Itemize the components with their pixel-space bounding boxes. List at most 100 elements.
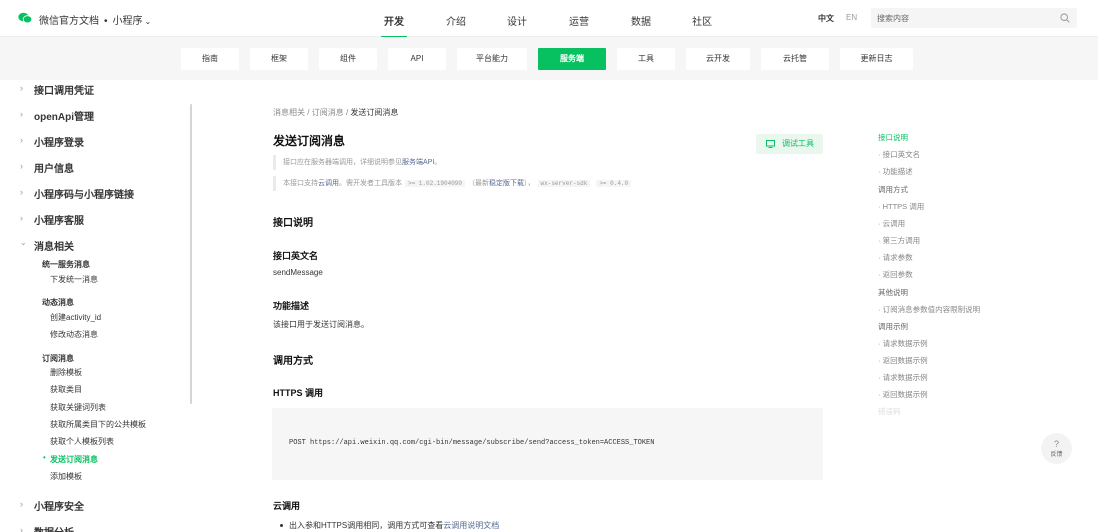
subnav-server[interactable]: 服务端 [538, 48, 606, 70]
toc-item[interactable]: · 请求数据示例 [878, 372, 928, 383]
sidebar-item-customer-service[interactable]: 小程序客服 [34, 212, 84, 227]
toc-item[interactable]: 调用示例 [878, 321, 908, 332]
brand: 微信官方文档 • 小程序 ⌄ [39, 12, 151, 27]
chevron-right-icon[interactable]: › [20, 135, 23, 145]
section-function: 功能描述 [273, 301, 310, 311]
bullet-text: 出入参和HTTPS调用相同，调用方式可查看 [289, 521, 444, 530]
nav-intro[interactable]: 介绍 [446, 13, 466, 28]
sidebar-item-openapi[interactable]: openApi管理 [34, 108, 94, 123]
link-server-api[interactable]: 服务端API [402, 159, 434, 166]
link-cloud-call[interactable]: 云调用 [318, 180, 339, 187]
chevron-right-icon[interactable]: › [20, 161, 23, 171]
sidebar-subitem[interactable]: 删除模板 [50, 367, 82, 378]
sidebar-subitem[interactable]: 创建activity_id [50, 312, 101, 323]
section-cloud-call: 云调用 [273, 501, 301, 511]
sidebar: › 接口调用凭证 › openApi管理 › 小程序登录 › 用户信息 › 小程… [0, 80, 192, 532]
breadcrumb-separator: / [307, 108, 310, 117]
toc-item[interactable]: 调用方式 [878, 184, 908, 195]
chevron-right-icon[interactable]: › [20, 499, 23, 509]
subnav-cloud-hosting[interactable]: 云托管 [761, 48, 829, 70]
toc-item[interactable]: · 请求参数 [878, 252, 913, 263]
sidebar-subitem[interactable]: 获取关键词列表 [50, 402, 106, 413]
nav-design[interactable]: 设计 [507, 13, 527, 28]
api-en-name: sendMessage [273, 268, 323, 277]
section-https: HTTPS 调用 [273, 388, 324, 398]
sidebar-item-login[interactable]: 小程序登录 [34, 134, 84, 149]
toc-item[interactable]: 错误码 [878, 406, 901, 417]
chevron-right-icon[interactable]: › [20, 83, 23, 93]
toc-item[interactable]: · 订阅消息参数值内容限制说明 [878, 304, 980, 315]
note-cloud: 本接口支持云调用。需开发者工具版本 >= 1.02.1904090 （最新稳定版下载… [273, 176, 634, 191]
subnav-tools[interactable]: 工具 [617, 48, 675, 70]
toc-item-active[interactable]: 接口说明 [878, 132, 908, 143]
nav-community[interactable]: 社区 [692, 13, 712, 28]
toc-item[interactable]: · 返回参数 [878, 269, 913, 280]
sidebar-subitem-active[interactable]: 发送订阅消息 [50, 454, 98, 465]
wechat-logo-icon[interactable] [18, 12, 32, 24]
toc-item[interactable]: · 第三方调用 [878, 235, 920, 246]
toc-item[interactable]: · 云调用 [878, 218, 905, 229]
sidebar-subitem[interactable]: 获取类目 [50, 384, 82, 395]
inline-code: >= 0.4.0 [596, 180, 632, 187]
code-block: POST https://api.weixin.qq.com/cgi-bin/m… [272, 408, 823, 480]
nav-data[interactable]: 数据 [631, 13, 651, 28]
breadcrumb-subscribe[interactable]: 订阅消息 [312, 108, 344, 117]
breadcrumb-message[interactable]: 消息相关 [273, 108, 305, 117]
note-text: 接口应在服务器端调用，详细说明参见 [283, 159, 402, 166]
toc-item[interactable]: · 返回数据示例 [878, 355, 928, 366]
subnav-framework[interactable]: 框架 [250, 48, 308, 70]
sidebar-subitem[interactable]: 获取个人模板列表 [50, 436, 114, 447]
subnav-guide[interactable]: 指南 [181, 48, 239, 70]
nav-operation[interactable]: 运营 [569, 13, 589, 28]
sub-nav: 指南 框架 组件 API 平台能力 服务端 工具 云开发 云托管 更新日志 [0, 37, 1098, 80]
chevron-right-icon[interactable]: › [20, 187, 23, 197]
brand-separator: • [104, 16, 108, 27]
sidebar-subitem[interactable]: 下发统一消息 [50, 274, 98, 285]
toc-item[interactable]: · 接口英文名 [878, 149, 920, 160]
subnav-changelog[interactable]: 更新日志 [840, 48, 913, 70]
inline-code: wx-server-sdk [537, 180, 591, 187]
search-input[interactable] [871, 8, 1041, 29]
link-stable-download[interactable]: 稳定版下载 [489, 180, 524, 187]
search-icon[interactable] [1060, 13, 1070, 23]
nav-develop[interactable]: 开发 [384, 13, 404, 28]
toc-item[interactable]: 其他说明 [878, 287, 908, 298]
chevron-right-icon[interactable]: › [20, 213, 23, 223]
sidebar-item-message[interactable]: 消息相关 [34, 238, 74, 253]
subnav-platform[interactable]: 平台能力 [457, 48, 527, 70]
sidebar-subitem[interactable]: 修改动态消息 [50, 329, 98, 340]
product-switcher[interactable]: 小程序 [113, 16, 143, 27]
debug-tool-button[interactable]: 调试工具 [756, 134, 823, 154]
toc-item[interactable]: · HTTPS 调用 [878, 201, 924, 212]
subnav-api[interactable]: API [388, 48, 446, 70]
sidebar-item-userinfo[interactable]: 用户信息 [34, 160, 74, 175]
lang-zh[interactable]: 中文 [818, 13, 834, 24]
sidebar-group-subscribe[interactable]: 订阅消息 [42, 353, 74, 364]
subnav-cloud-dev[interactable]: 云开发 [686, 48, 750, 70]
search-box[interactable] [871, 8, 1077, 29]
top-bar: 微信官方文档 • 小程序 ⌄ 开发 介绍 设计 运营 数据 社区 中文 EN [0, 0, 1098, 38]
brand-title[interactable]: 微信官方文档 [39, 16, 99, 27]
note-text: ）， [524, 180, 535, 187]
breadcrumb-separator: / [345, 108, 349, 117]
sidebar-group-uniform[interactable]: 统一服务消息 [42, 259, 90, 270]
chevron-down-icon[interactable]: ⌄ [145, 17, 152, 26]
lang-en[interactable]: EN [846, 13, 857, 22]
sidebar-item-qrcode[interactable]: 小程序码与小程序链接 [34, 186, 134, 201]
sidebar-subitem[interactable]: 获取所属类目下的公共模板 [50, 419, 146, 430]
sidebar-group-dynamic[interactable]: 动态消息 [42, 297, 74, 308]
sidebar-subitem[interactable]: 添加模板 [50, 471, 82, 482]
toc-item[interactable]: · 请求数据示例 [878, 338, 928, 349]
feedback-button[interactable]: ? 反馈 [1041, 433, 1072, 464]
sidebar-item-credentials[interactable]: 接口调用凭证 [34, 82, 94, 97]
sidebar-item-analytics[interactable]: 数据分析 [34, 524, 74, 532]
sidebar-item-security[interactable]: 小程序安全 [34, 498, 84, 513]
active-dot-icon: • [43, 453, 46, 462]
chevron-right-icon[interactable]: › [20, 109, 23, 119]
chevron-right-icon[interactable]: › [20, 525, 23, 532]
link-cloud-doc[interactable]: 云调用说明文档 [443, 521, 499, 530]
toc-item[interactable]: · 功能描述 [878, 166, 913, 177]
chevron-down-icon[interactable]: ⌄ [20, 238, 27, 247]
subnav-components[interactable]: 组件 [319, 48, 377, 70]
toc-item[interactable]: · 返回数据示例 [878, 389, 928, 400]
